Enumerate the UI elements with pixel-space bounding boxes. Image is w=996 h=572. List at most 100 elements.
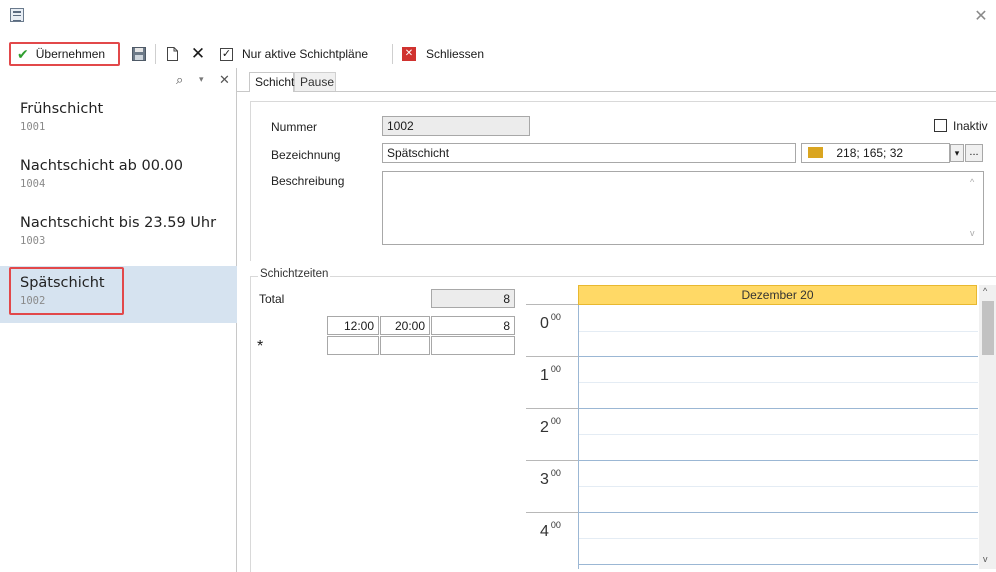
title-bar [0,0,996,38]
color-swatch [808,147,823,158]
list-item-code: 1001 [20,121,46,133]
scroll-up-icon[interactable]: ^ [970,177,974,187]
new-hours-cell[interactable] [431,336,515,355]
total-value: 8 [431,289,515,308]
close-window-icon[interactable]: ✕ [970,6,992,28]
beschreibung-label: Beschreibung [271,174,345,188]
end-time-cell[interactable]: 20:00 [380,316,430,335]
hour-minutes: 00 [550,364,561,374]
hour-line [579,408,978,409]
new-start-time-cell[interactable] [327,336,379,355]
hour-number: 4 [540,523,549,540]
time-column-line [526,460,578,461]
start-time-cell[interactable]: 12:00 [327,316,379,335]
apply-button-label: Übernehmen [35,47,106,61]
tab-schicht[interactable]: Schicht [249,72,294,92]
inaktiv-label: Inaktiv [953,119,988,133]
checkbox-checked-icon: ✓ [220,47,233,61]
active-plans-label: Nur aktive Schichtpläne [242,47,369,61]
inaktiv-checkbox[interactable] [934,119,947,132]
hour-line [579,564,978,565]
hour-label: 4 00 [540,520,561,541]
scroll-down-icon[interactable]: v [983,554,988,564]
new-button[interactable] [164,42,180,66]
time-column-line [526,512,578,513]
clear-search-icon[interactable]: ✕ [219,72,230,88]
list-item-code: 1003 [20,235,46,247]
hour-number: 1 [540,367,549,384]
delete-icon: ✕ [190,44,206,63]
app-icon [10,8,24,22]
search-bar: ⌕ ▾ ✕ [0,72,237,92]
hour-minutes: 00 [550,468,561,478]
close-button-label: Schliessen [426,47,485,61]
checkmark-icon: ✔ [17,45,29,62]
schichtzeiten-left-border [250,276,251,572]
half-hour-line [579,382,978,383]
hour-label: 0 00 [540,312,561,333]
save-icon [132,47,146,61]
tab-pause[interactable]: Pause [294,72,336,92]
close-button[interactable]: ✕ Schliessen [402,42,492,66]
toolbar-separator [392,44,393,64]
hour-label: 1 00 [540,364,561,385]
half-hour-line [579,434,978,435]
hour-line [579,356,978,357]
list-item-name: Nachtschicht bis 23.59 Uhr [20,215,217,231]
beschreibung-textarea[interactable] [382,171,984,245]
color-more-button[interactable]: ... [965,144,983,162]
total-label: Total [259,292,285,306]
schichtzeiten-label: Schichtzeiten [258,268,331,280]
new-document-icon [166,47,178,61]
scroll-up-icon[interactable]: ^ [983,286,987,296]
save-button[interactable] [130,42,148,66]
hour-minutes: 00 [550,520,561,530]
hour-line [579,460,978,461]
apply-button[interactable]: ✔ Übernehmen [9,42,120,66]
half-hour-line [579,331,978,332]
selected-item-highlight [9,267,124,315]
time-column-line [526,408,578,409]
bezeichnung-label: Bezeichnung [271,148,341,162]
hour-number: 0 [540,315,549,332]
scroll-down-icon[interactable]: v [970,228,975,238]
hour-minutes: 00 [550,312,561,322]
nummer-field: 1002 [382,116,530,136]
calendar-day-header[interactable]: Dezember 20 [578,285,977,305]
time-column-line [526,356,578,357]
hour-number: 2 [540,419,549,436]
hour-number: 3 [540,471,549,488]
search-icon[interactable]: ⌕ [176,72,183,88]
color-picker[interactable]: 218; 165; 32 [801,143,950,163]
list-item[interactable]: Frühschicht 1001 [0,92,237,149]
list-item-code: 1004 [20,178,46,190]
nummer-label: Nummer [271,120,318,134]
schichtzeiten-group-border [250,276,996,277]
hour-label: 3 00 [540,468,561,489]
color-value: 218; 165; 32 [836,146,904,160]
delete-button[interactable]: ✕ [190,42,206,66]
new-end-time-cell[interactable] [380,336,430,355]
bezeichnung-field[interactable]: Spätschicht [382,143,796,163]
toolbar [0,40,996,68]
scrollbar-thumb[interactable] [982,301,994,355]
active-plans-toggle[interactable]: ✓ Nur aktive Schichtpläne [220,42,390,66]
time-column-top-line [526,304,578,305]
color-dropdown-button[interactable]: ▾ [950,144,964,162]
list-item-name: Frühschicht [20,101,104,117]
half-hour-line [579,486,978,487]
new-row-marker: * [257,338,264,355]
list-item-name: Nachtschicht ab 00.00 [20,158,183,174]
close-red-icon: ✕ [402,47,416,61]
half-hour-line [579,538,978,539]
list-item[interactable]: Nachtschicht ab 00.00 1004 [0,149,237,206]
hour-label: 2 00 [540,416,561,437]
calendar-body[interactable] [578,305,978,569]
list-item[interactable]: Nachtschicht bis 23.59 Uhr 1003 [0,206,237,263]
toolbar-separator [155,44,156,64]
chevron-down-icon[interactable]: ▾ [199,74,204,85]
hours-cell[interactable]: 8 [431,316,515,335]
hour-minutes: 00 [550,416,561,426]
chevron-down-icon: ▾ [954,148,960,158]
tab-divider [237,91,996,92]
